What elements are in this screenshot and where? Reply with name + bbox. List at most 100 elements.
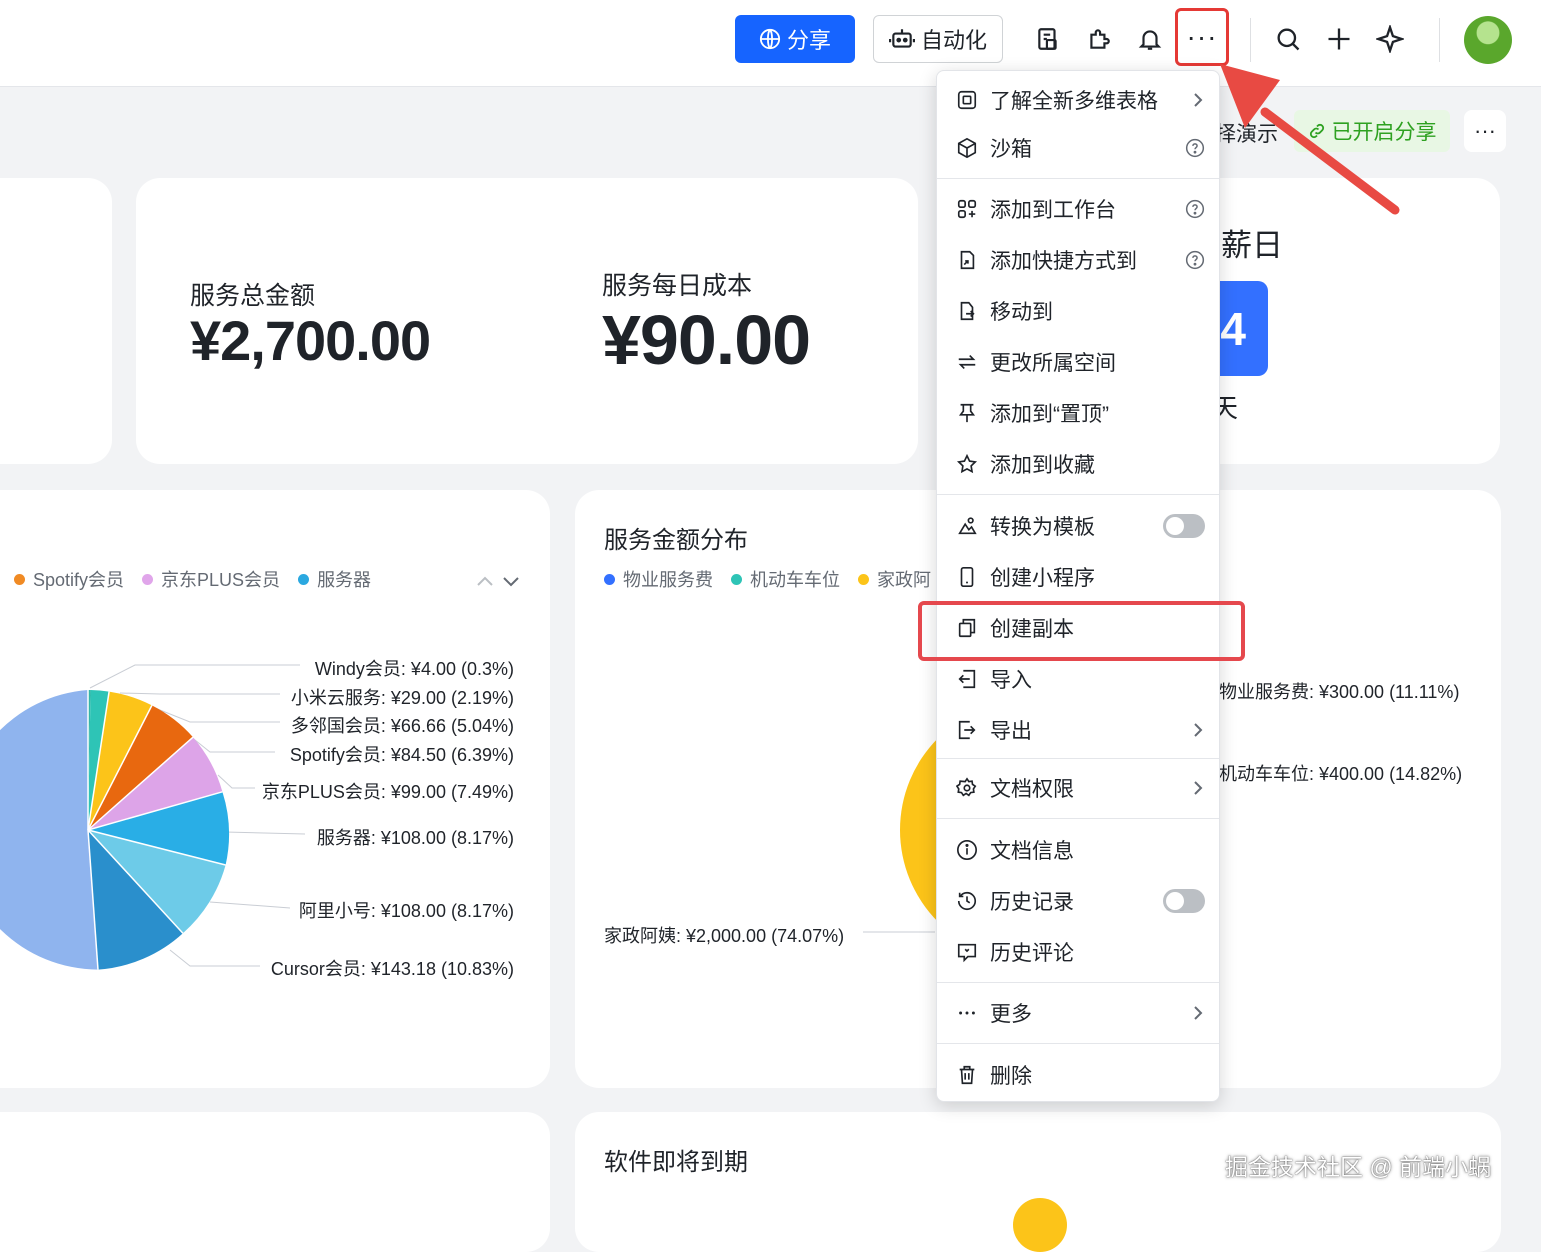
- menu-item-permissions[interactable]: 文档权限: [937, 763, 1221, 813]
- kpi-card-payday: 发薪日 4 天: [1190, 178, 1500, 464]
- menu-item-add-workbench[interactable]: 添加到工作台: [937, 184, 1221, 234]
- history-toggle[interactable]: [1163, 889, 1205, 913]
- pie-slice-label: 机动车车位: ¥400.00 (14.82%): [1219, 764, 1463, 784]
- pie-slice-label: 物业服务费: ¥300.00 (11.11%): [1219, 682, 1460, 702]
- menu-item-history-comments[interactable]: 历史评论: [937, 927, 1221, 977]
- bell-icon[interactable]: [1133, 22, 1167, 56]
- expiring-software-title: 软件即将到期: [604, 1149, 748, 1176]
- menu-item-doc-info[interactable]: 文档信息: [937, 825, 1221, 875]
- history-icon: [955, 889, 979, 913]
- pie-slice-label: 阿里小号: ¥108.00 (8.17%): [298, 901, 514, 921]
- menu-item-move-to[interactable]: 移动到: [937, 286, 1221, 336]
- annotation-arrow: [1220, 64, 1400, 215]
- template-icon: [955, 514, 979, 538]
- menu-divider: [937, 1043, 1219, 1044]
- total-amount-value: ¥2,700.00: [190, 309, 431, 372]
- menu-item-label: 转换为模板: [990, 516, 1095, 539]
- pie-slice-label: 家政阿姨: ¥2,000.00 (74.07%): [604, 926, 845, 946]
- menu-item-label: 文档信息: [990, 840, 1074, 863]
- automation-button-label: 自动化: [920, 28, 987, 53]
- menu-item-label: 沙箱: [990, 138, 1032, 161]
- daily-cost-value: ¥90.00: [602, 301, 811, 379]
- menu-item-label: 历史记录: [990, 891, 1074, 914]
- menu-item-label: 更多: [990, 1003, 1032, 1026]
- expiring-software-card: 软件即将到期: [575, 1112, 1501, 1252]
- menu-item-label: 导入: [990, 669, 1032, 692]
- share-button[interactable]: 分享: [735, 15, 855, 63]
- total-amount-label: 服务总金额: [190, 282, 316, 310]
- menu-item-label: 移动到: [990, 301, 1053, 324]
- kpi-card-service: 服务总金额 ¥2,700.00 服务每日成本 ¥90.00: [136, 178, 918, 464]
- trash-icon: [955, 1063, 979, 1087]
- menu-item-label: 导出: [990, 720, 1032, 743]
- menu-divider: [937, 178, 1219, 179]
- menu-item-delete[interactable]: 删除: [937, 1050, 1221, 1100]
- pie-slice-label: 小米云服务: ¥29.00 (2.19%): [290, 688, 514, 708]
- menu-item-history[interactable]: 历史记录: [937, 876, 1221, 926]
- menu-item-add-shortcut[interactable]: 添加快捷方式到: [937, 235, 1221, 285]
- more-options-menu: 了解全新多维表格 沙箱 添加到工作台 添加快捷方式到 移动到 更改所属空间 添加…: [936, 70, 1220, 1102]
- menu-item-label: 删除: [990, 1065, 1032, 1088]
- menu-item-label: 添加到收藏: [990, 454, 1095, 477]
- cube-icon: [955, 136, 979, 160]
- menu-item-label: 了解全新多维表格: [990, 90, 1158, 113]
- pie-slice-label: Windy会员: ¥4.00 (0.3%): [314, 659, 514, 679]
- chevron-right-icon: [1191, 1004, 1205, 1022]
- info-icon: [955, 838, 979, 862]
- menu-item-export[interactable]: 导出: [937, 705, 1221, 755]
- bitable-icon: [955, 88, 979, 112]
- import-icon: [955, 667, 979, 691]
- robot-icon: [888, 29, 915, 48]
- menu-divider: [937, 494, 1219, 495]
- menu-item-label: 更改所属空间: [990, 352, 1116, 375]
- menu-item-mini-program[interactable]: 创建小程序: [937, 552, 1221, 602]
- swap-icon: [955, 350, 979, 374]
- menu-item-label: 添加到“置顶”: [990, 403, 1109, 426]
- menu-item-label: 历史评论: [990, 942, 1074, 965]
- ellipsis-icon: [955, 1001, 979, 1025]
- menu-item-sandbox[interactable]: 沙箱: [937, 123, 1221, 173]
- more-icon: ···: [1474, 118, 1496, 143]
- pie-slice-label: 多邻国会员: ¥66.66 (5.04%): [290, 716, 514, 736]
- apps-icon: [955, 197, 979, 221]
- help-icon[interactable]: [1185, 250, 1205, 270]
- chart-preview: [1013, 1198, 1067, 1252]
- menu-item-learn-bitable[interactable]: 了解全新多维表格: [937, 75, 1221, 125]
- plugin-icon[interactable]: [1082, 22, 1116, 56]
- globe-icon: [759, 28, 781, 50]
- bottom-card-left: [0, 1112, 550, 1252]
- star-icon: [955, 452, 979, 476]
- avatar[interactable]: [1464, 16, 1512, 64]
- template-toggle[interactable]: [1163, 514, 1205, 538]
- menu-item-label: 添加到工作台: [990, 199, 1116, 222]
- pie-slice-label: Cursor会员: ¥143.18 (10.83%): [270, 959, 514, 979]
- pin-icon: [955, 401, 979, 425]
- menu-item-import[interactable]: 导入: [937, 654, 1221, 704]
- daily-cost-label: 服务每日成本: [602, 272, 753, 300]
- menu-divider: [937, 982, 1219, 983]
- menu-divider: [937, 818, 1219, 819]
- menu-item-pin[interactable]: 添加到“置顶”: [937, 388, 1221, 438]
- move-icon: [955, 299, 979, 323]
- pie-slice-label: 京东PLUS会员: ¥99.00 (7.49%): [261, 782, 514, 802]
- more-icon: ···: [1186, 21, 1218, 52]
- chevron-right-icon: [1191, 779, 1205, 797]
- menu-item-more[interactable]: 更多: [937, 988, 1221, 1038]
- menu-item-label: 创建小程序: [990, 567, 1095, 590]
- menu-divider: [937, 758, 1219, 759]
- pie-slice-label: 服务器: ¥108.00 (8.17%): [316, 828, 514, 848]
- gear-icon: [955, 776, 979, 800]
- view-more-button[interactable]: ···: [1464, 110, 1506, 152]
- phone-icon: [955, 565, 979, 589]
- form-icon[interactable]: [1031, 22, 1065, 56]
- kpi-card-left: [0, 178, 112, 464]
- automation-button[interactable]: 自动化: [873, 15, 1003, 63]
- menu-item-convert-template[interactable]: 转换为模板: [937, 501, 1221, 551]
- export-icon: [955, 718, 979, 742]
- menu-item-change-space[interactable]: 更改所属空间: [937, 337, 1221, 387]
- watermark: 掘金技术社区 @ 前端小蜗: [1225, 1154, 1492, 1180]
- menu-item-favorite[interactable]: 添加到收藏: [937, 439, 1221, 489]
- shortcut-icon: [955, 248, 979, 272]
- comment-icon: [955, 940, 979, 964]
- menu-item-label: 文档权限: [990, 778, 1074, 801]
